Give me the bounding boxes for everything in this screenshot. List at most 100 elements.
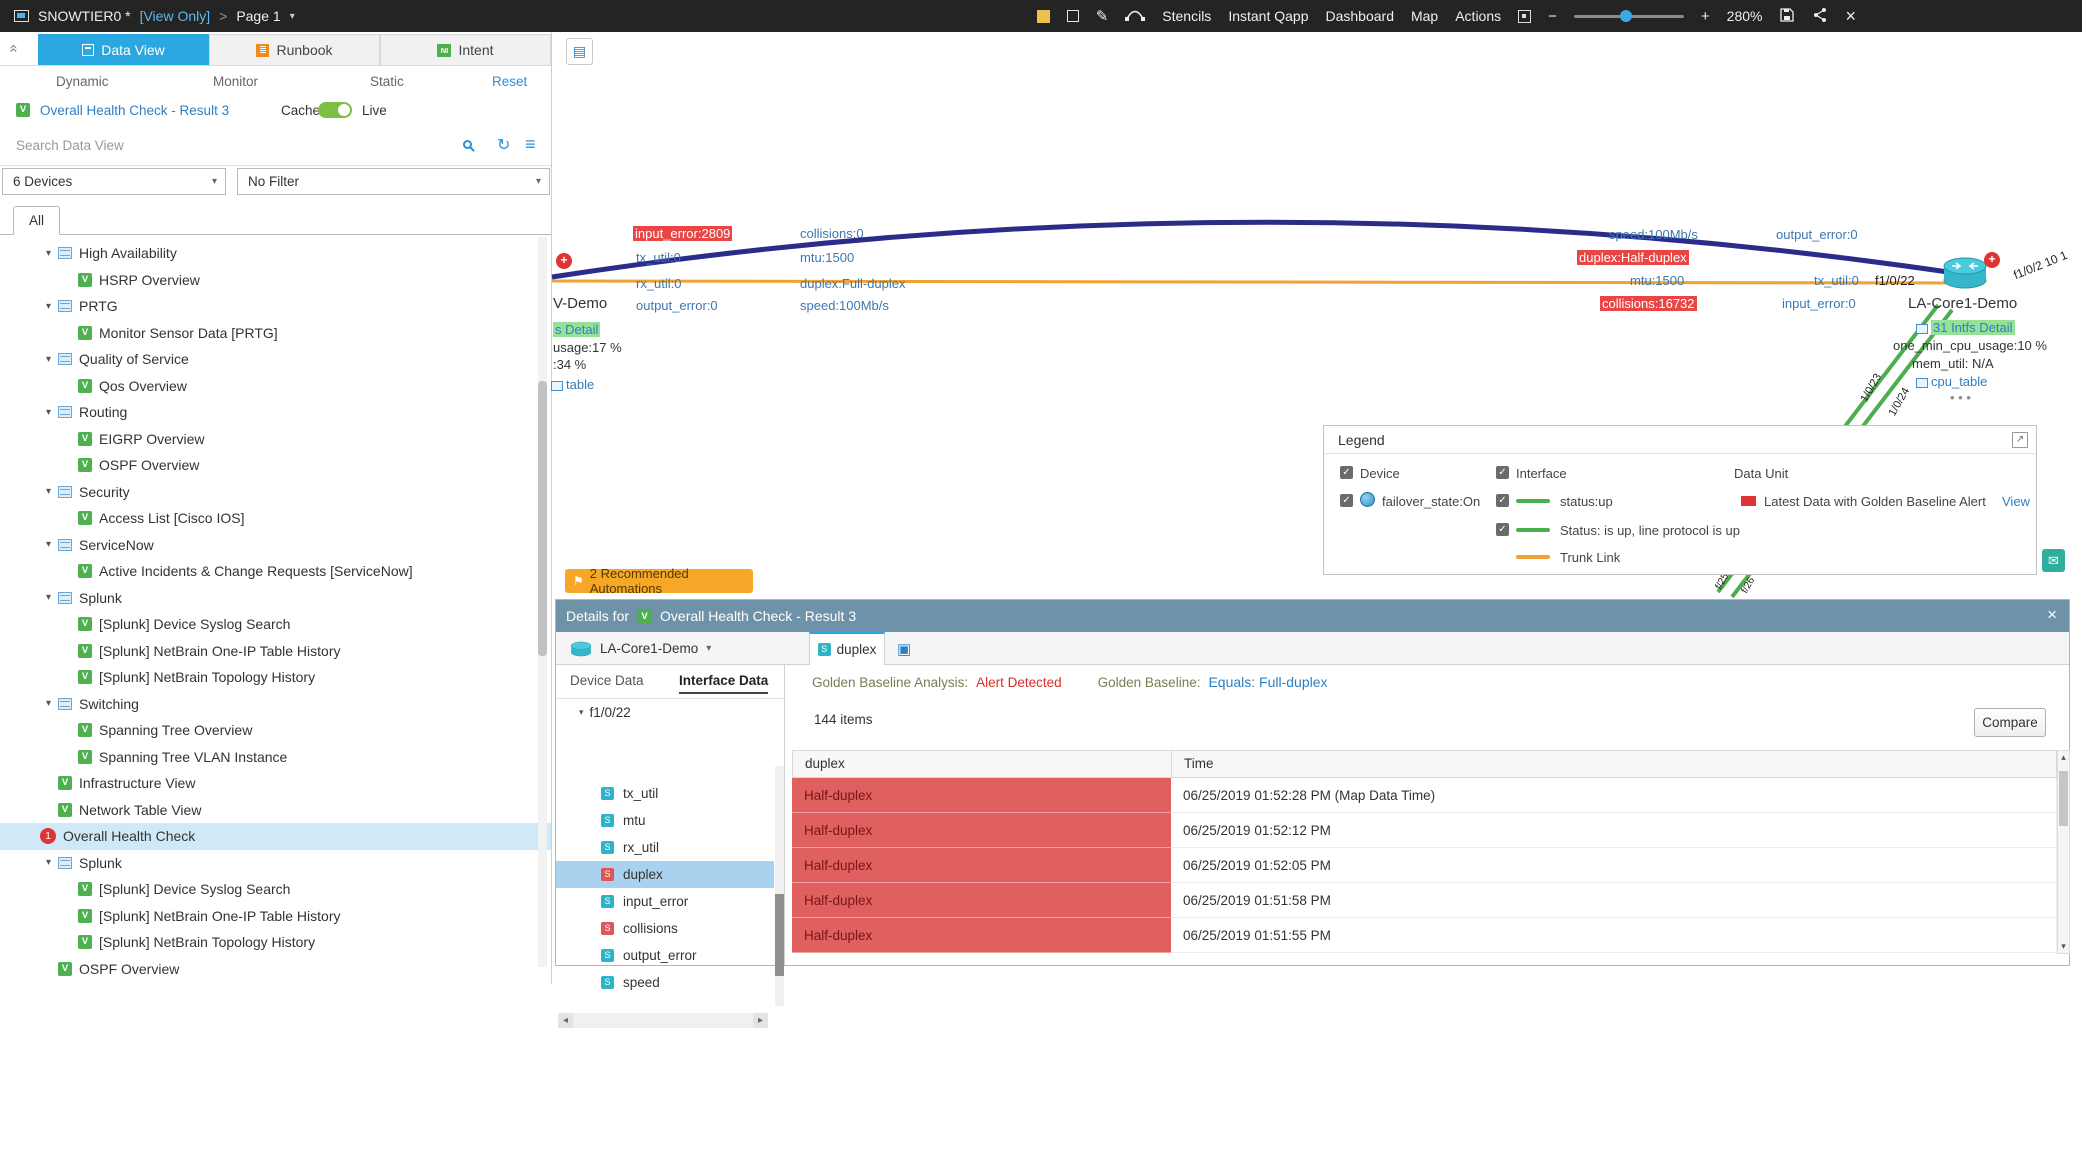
- device-name-right[interactable]: LA-Core1-Demo: [1908, 295, 2017, 312]
- search-input[interactable]: [16, 138, 436, 153]
- field-item-mtu[interactable]: Smtu: [556, 807, 774, 834]
- tree-view-item[interactable]: VEIGRP Overview: [0, 426, 551, 453]
- menu-map[interactable]: Map: [1411, 8, 1438, 24]
- table-row[interactable]: Half-duplex06/25/2019 01:51:58 PM: [792, 883, 2057, 918]
- expand-caret-icon[interactable]: ▾: [46, 857, 51, 868]
- tree-folder[interactable]: ▾Quality of Service: [0, 346, 551, 373]
- recommended-automations-button[interactable]: ⚑ 2 Recommended Automations: [565, 569, 753, 593]
- fields-scrollbar[interactable]: [775, 766, 784, 1006]
- tree-view-item[interactable]: VQos Overview: [0, 373, 551, 400]
- expand-caret-icon[interactable]: ▾: [46, 407, 51, 418]
- close-map-icon[interactable]: ×: [1845, 6, 1856, 27]
- pin-details-icon[interactable]: ▣: [897, 640, 911, 658]
- scrollbar-thumb[interactable]: [538, 381, 547, 656]
- table-scrollbar[interactable]: ▴ ▾: [2057, 750, 2070, 954]
- intfs-detail-link-left[interactable]: s Detail: [553, 322, 600, 337]
- data-label-tx-util-right[interactable]: tx_util:0: [1814, 273, 1859, 288]
- tree-folder[interactable]: ▾Switching: [0, 691, 551, 718]
- expand-caret-icon[interactable]: ▾: [46, 539, 51, 550]
- data-label-tx-util[interactable]: tx_util:0: [636, 250, 681, 265]
- column-duplex[interactable]: duplex: [793, 751, 1172, 777]
- data-label-collisions[interactable]: collisions:0: [800, 226, 864, 241]
- export-image-icon[interactable]: [1779, 7, 1795, 26]
- scroll-up-icon[interactable]: ▴: [2058, 751, 2069, 764]
- search-icon[interactable]: [463, 140, 472, 149]
- scroll-down-icon[interactable]: ▾: [2058, 940, 2069, 953]
- data-label-speed[interactable]: speed:100Mb/s: [800, 298, 889, 313]
- tree-folder[interactable]: ▾PRTG: [0, 293, 551, 320]
- column-time[interactable]: Time: [1172, 751, 2056, 777]
- table-row[interactable]: Half-duplex06/25/2019 01:52:05 PM: [792, 848, 2057, 883]
- interface-checkbox[interactable]: ✓: [1496, 466, 1509, 479]
- field-item-input_error[interactable]: Sinput_error: [556, 888, 774, 915]
- field-item-tx_util[interactable]: Stx_util: [556, 780, 774, 807]
- message-envelope-button[interactable]: ✉: [2042, 549, 2065, 572]
- field-item-collisions[interactable]: Scollisions: [556, 915, 774, 942]
- table-row[interactable]: Half-duplex06/25/2019 01:51:55 PM: [792, 918, 2057, 953]
- status-up-checkbox[interactable]: ✓: [1496, 494, 1509, 507]
- scroll-left-icon[interactable]: ◂: [558, 1013, 573, 1028]
- data-label-duplex[interactable]: duplex:Full-duplex: [800, 276, 906, 291]
- close-details-icon[interactable]: ×: [2047, 605, 2057, 625]
- interface-tree-node[interactable]: ▾ f1/0/22: [579, 705, 631, 720]
- scroll-right-icon[interactable]: ▸: [753, 1013, 768, 1028]
- data-label-rx-util[interactable]: rx_util:0: [636, 276, 682, 291]
- mode-dynamic[interactable]: Dynamic: [56, 74, 109, 89]
- data-label-mtu[interactable]: mtu:1500: [800, 250, 854, 265]
- tree-folder[interactable]: ▾High Availability: [0, 240, 551, 267]
- legend-expand-icon[interactable]: ↗: [2012, 432, 2028, 448]
- cpu-table-link-left[interactable]: table: [566, 377, 594, 392]
- router-icon[interactable]: [1942, 256, 1988, 295]
- menu-actions[interactable]: Actions: [1455, 8, 1501, 24]
- tree-folder[interactable]: ▾Splunk: [0, 850, 551, 877]
- tree-view-item[interactable]: VAccess List [Cisco IOS]: [0, 505, 551, 532]
- page-selector[interactable]: Page 1: [236, 8, 280, 24]
- zoom-out-icon[interactable]: −: [1548, 8, 1557, 25]
- page-caret-icon[interactable]: ▾: [290, 11, 295, 22]
- field-item-speed[interactable]: Sspeed: [556, 969, 774, 996]
- data-label-input-error-right[interactable]: input_error:0: [1782, 296, 1856, 311]
- sidebar-scrollbar[interactable]: [538, 237, 547, 967]
- share-icon[interactable]: [1812, 7, 1828, 26]
- field-item-output_error[interactable]: Soutput_error: [556, 942, 774, 969]
- curve-tool-icon[interactable]: [1125, 7, 1145, 25]
- device-name-left[interactable]: V-Demo: [553, 295, 607, 312]
- tree-folder[interactable]: ▾ServiceNow: [0, 532, 551, 559]
- tree-folder[interactable]: ▾Security: [0, 479, 551, 506]
- data-label-speed-right[interactable]: speed:100Mb/s: [1609, 227, 1698, 242]
- data-label-output-error-right[interactable]: output_error:0: [1776, 227, 1858, 242]
- tree-view-item[interactable]: V[Splunk] NetBrain Topology History: [0, 664, 551, 691]
- zoom-in-icon[interactable]: +: [1701, 8, 1710, 25]
- field-item-duplex[interactable]: Sduplex: [556, 861, 774, 888]
- data-label-duplex-alert[interactable]: duplex:Half-duplex: [1577, 250, 1689, 265]
- tree-view-item[interactable]: VNetwork Table View: [0, 797, 551, 824]
- expand-caret-icon[interactable]: ▾: [46, 592, 51, 603]
- menu-dashboard[interactable]: Dashboard: [1325, 8, 1394, 24]
- cpu-table-link[interactable]: cpu_table: [1931, 374, 1987, 389]
- current-view-link[interactable]: Overall Health Check - Result 3: [40, 103, 229, 118]
- table-row[interactable]: Half-duplex06/25/2019 01:52:12 PM: [792, 813, 2057, 848]
- tree-view-item[interactable]: VSpanning Tree Overview: [0, 717, 551, 744]
- map-layout-button[interactable]: ▤: [566, 38, 593, 65]
- tree-view-item[interactable]: VOSPF Overview: [0, 452, 551, 479]
- compare-button[interactable]: Compare: [1974, 708, 2046, 737]
- expand-caret-icon[interactable]: ▾: [46, 248, 51, 259]
- alert-expand-badge-right[interactable]: +: [1984, 252, 2000, 268]
- fit-screen-icon[interactable]: [1518, 10, 1531, 23]
- tree-folder[interactable]: ▾Splunk: [0, 585, 551, 612]
- tab-intent[interactable]: NI Intent: [380, 34, 551, 65]
- view-options-icon[interactable]: ≡: [525, 134, 536, 155]
- tree-view-item[interactable]: 1Overall Health Check: [0, 823, 551, 850]
- tree-view-item[interactable]: V[Splunk] NetBrain Topology History: [0, 929, 551, 956]
- legend-view-link[interactable]: View: [2002, 494, 2030, 509]
- device-checkbox[interactable]: ✓: [1340, 466, 1353, 479]
- menu-stencils[interactable]: Stencils: [1162, 8, 1211, 24]
- data-label-mtu-right[interactable]: mtu:1500: [1630, 273, 1684, 288]
- filter-dropdown[interactable]: No Filter ▾: [237, 168, 550, 195]
- all-filter-tab[interactable]: All: [13, 206, 60, 235]
- tab-duplex[interactable]: S duplex: [809, 632, 885, 665]
- failover-checkbox[interactable]: ✓: [1340, 494, 1353, 507]
- tree-view-item[interactable]: VActive Incidents & Change Requests [Ser…: [0, 558, 551, 585]
- alert-expand-badge-left[interactable]: +: [556, 253, 572, 269]
- intfs-detail-link[interactable]: 31 Intfs Detail: [1931, 320, 2015, 335]
